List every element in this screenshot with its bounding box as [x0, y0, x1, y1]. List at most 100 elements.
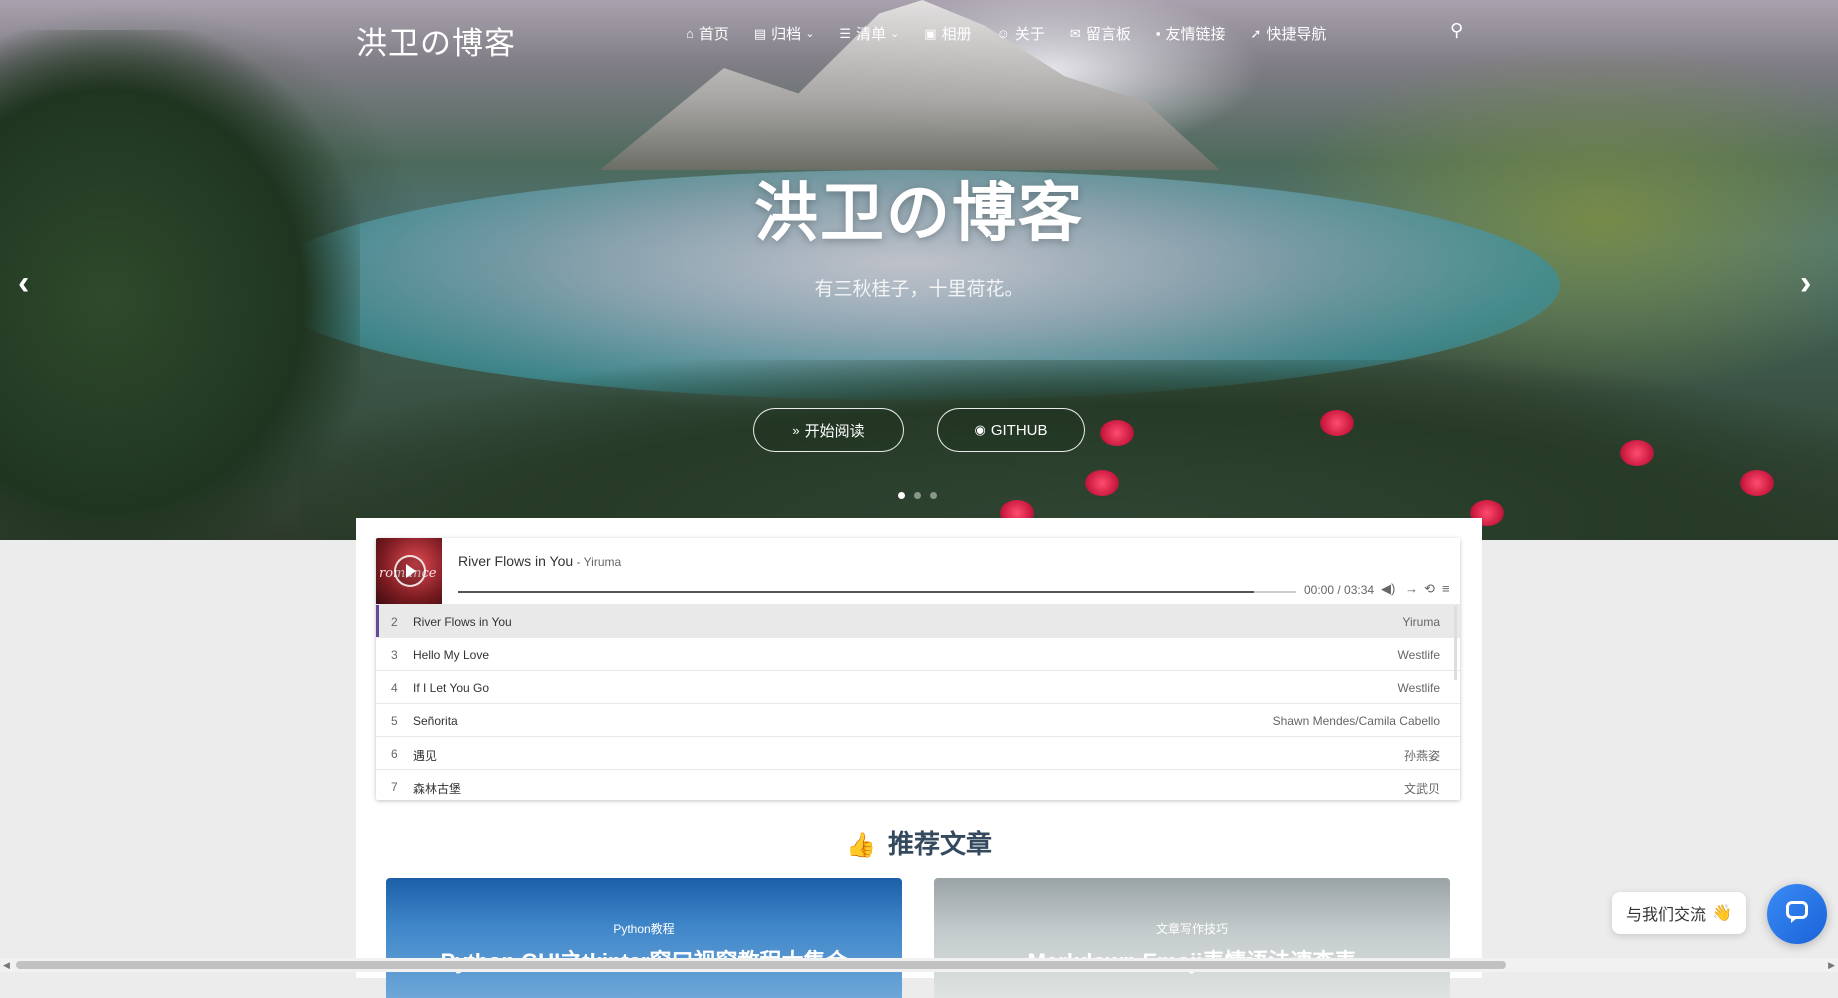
volume-icon[interactable]: ◀) [1381, 581, 1395, 597]
github-button[interactable]: ◉ GITHUB [937, 408, 1085, 452]
music-player: romance River Flows in You - Yiruma 00:0… [376, 538, 1460, 800]
scroll-right-icon[interactable]: ▶ [1828, 960, 1835, 971]
carousel-next-icon[interactable]: › [1800, 264, 1811, 303]
main-content: romance River Flows in You - Yiruma 00:0… [356, 518, 1482, 998]
chevron-down-icon: ⌄ [805, 28, 815, 40]
double-chevron-down-icon: » [792, 422, 800, 438]
progress-bar[interactable] [458, 591, 1296, 593]
article-card[interactable]: 文章写作技巧 Markdown Emoji表情语法速查表 [934, 878, 1450, 998]
carousel-dot[interactable] [898, 492, 905, 499]
search-icon[interactable]: ⚲ [1450, 20, 1463, 41]
nav-item-label: 清单 [856, 26, 887, 43]
scrollbar-thumb[interactable] [16, 961, 1506, 969]
playlist-track[interactable]: 6 遇见 孙燕姿 [376, 736, 1460, 769]
nav-item[interactable]: ▤ 归档 ⌄ [754, 23, 815, 44]
nav-item-label: 友情链接 [1165, 26, 1226, 43]
track-artist: 孙燕姿 [1403, 749, 1440, 763]
playlist-track[interactable]: 5 Señorita Shawn Mendes/Camila Cabello [376, 703, 1460, 736]
contact-icon: ▪ [1155, 26, 1161, 41]
nav-item-label: 快捷导航 [1266, 26, 1327, 43]
playlist: 2 River Flows in You Yiruma 3 Hello My Love W… [376, 604, 1460, 800]
play-time: 00:00 / 03:34 [1304, 583, 1375, 597]
progress-buffered [458, 591, 1255, 593]
track-name: Hello My Love [413, 648, 490, 662]
track-name: 遇见 [413, 749, 438, 763]
track-artist: 文武贝 [1403, 782, 1440, 796]
playlist-track[interactable]: 3 Hello My Love Westlife [376, 637, 1460, 670]
playlist-track[interactable]: 7 森林古堡 文武贝 [376, 769, 1460, 800]
scroll-left-icon[interactable]: ◀ [3, 960, 10, 971]
image-icon: ▣ [924, 25, 937, 41]
now-playing-artist: - Yiruma [573, 555, 622, 569]
play-order-icon[interactable]: → [1405, 581, 1418, 596]
loop-icon[interactable]: ⟲ [1424, 581, 1435, 597]
chevron-down-icon: ⌄ [890, 28, 900, 40]
chat-prompt-label: 与我们交流 [1626, 907, 1707, 924]
nav-item-label: 相册 [941, 26, 972, 43]
hero-flower [1620, 440, 1654, 466]
user-icon: ☺ [996, 26, 1010, 41]
hero-flower [1740, 470, 1774, 496]
track-artist: Westlife [1397, 681, 1440, 695]
nav-item[interactable]: ▣ 相册 [924, 23, 971, 44]
article-card[interactable]: Python教程 Python GUI之tkinter窗口视窗教程大集合 [386, 878, 902, 998]
section-recommended: 👍 推荐文章 [356, 824, 1482, 861]
track-number: 7 [391, 780, 398, 794]
track-name: River Flows in You [413, 615, 512, 629]
main-menu: ⌂ 首页 ▤ 归档 ⌄ ☰ 清单 ⌄ ▣ 相册 ☺ 关于 ✉ 留言板 ▪ 友情链接 ➚ 快捷导航 [686, 23, 1351, 44]
nav-item[interactable]: ⌂ 首页 [686, 23, 729, 44]
now-playing: River Flows in You - Yiruma [458, 553, 621, 569]
track-number: 4 [391, 681, 398, 695]
carousel-dot[interactable] [930, 492, 937, 499]
start-reading-label: 开始阅读 [804, 422, 865, 440]
home-icon: ⌂ [686, 26, 694, 41]
horizontal-scrollbar[interactable]: ◀ ▶ [0, 958, 1838, 972]
nav-item[interactable]: ✉ 留言板 [1070, 23, 1131, 44]
nav-item[interactable]: ☺ 关于 [997, 23, 1045, 44]
github-label: GITHUB [990, 421, 1048, 439]
chat-icon [1786, 901, 1808, 923]
playlist-track[interactable]: 2 River Flows in You Yiruma [376, 604, 1460, 638]
hero-banner: 洪卫の博客 ⌂ 首页 ▤ 归档 ⌄ ☰ 清单 ⌄ ▣ 相册 ☺ 关于 ✉ 留言板 ▪ 友情链接 ➚ 快捷导航 ⚲ … [0, 0, 1838, 540]
nav-item[interactable]: ➚ 快捷导航 [1250, 23, 1326, 44]
nav-item-label: 首页 [698, 26, 729, 43]
track-name: Señorita [413, 714, 458, 728]
album-cover: romance [376, 538, 442, 604]
hero-flower [1100, 420, 1134, 446]
track-artist: Yiruma [1402, 615, 1440, 629]
nav-item-label: 关于 [1014, 26, 1045, 43]
track-name: If I Let You Go [413, 681, 490, 695]
archive-icon: ▤ [753, 25, 767, 41]
article-category[interactable]: Python教程 [386, 920, 902, 937]
hero-subtitle: 有三秋桂子，十里荷花。 [814, 279, 1024, 300]
playlist-track[interactable]: 4 If I Let You Go Westlife [376, 670, 1460, 703]
list-icon: ☰ [839, 25, 852, 41]
track-name: 森林古堡 [413, 782, 462, 796]
hero-flower [1320, 410, 1354, 436]
rocket-icon: ➚ [1250, 25, 1262, 41]
nav-item[interactable]: ☰ 清单 ⌄ [839, 23, 899, 44]
section-title-text: 推荐文章 [887, 829, 992, 859]
article-category[interactable]: 文章写作技巧 [934, 920, 1450, 937]
now-playing-title: River Flows in You [458, 553, 574, 569]
chat-prompt[interactable]: 与我们交流 👋 [1612, 892, 1746, 934]
start-reading-button[interactable]: » 开始阅读 [753, 408, 904, 452]
hero-flower [1085, 470, 1119, 496]
top-navbar: 洪卫の博客 ⌂ 首页 ▤ 归档 ⌄ ☰ 清单 ⌄ ▣ 相册 ☺ 关于 ✉ 留言板 ▪ 友情链接 ➚ 快捷导航 ⚲ [356, 14, 1838, 62]
site-logo[interactable]: 洪卫の博客 [356, 18, 516, 63]
playlist-menu-icon[interactable]: ≡ [1442, 581, 1450, 596]
track-number: 2 [391, 615, 398, 629]
mail-icon: ✉ [1069, 25, 1081, 41]
nav-item[interactable]: ▪ 友情链接 [1156, 23, 1226, 44]
nav-item-label: 留言板 [1085, 26, 1131, 43]
carousel-dot[interactable] [914, 492, 921, 499]
carousel-indicators [898, 492, 937, 499]
track-number: 3 [391, 648, 398, 662]
thumbs-up-icon: 👍 [846, 832, 876, 859]
track-number: 5 [391, 714, 398, 728]
play-button[interactable] [394, 555, 426, 587]
carousel-prev-icon[interactable]: ‹ [18, 264, 29, 303]
playlist-scrollbar[interactable] [1454, 606, 1457, 680]
chat-button[interactable] [1767, 884, 1827, 944]
nav-item-label: 归档 [771, 26, 802, 43]
